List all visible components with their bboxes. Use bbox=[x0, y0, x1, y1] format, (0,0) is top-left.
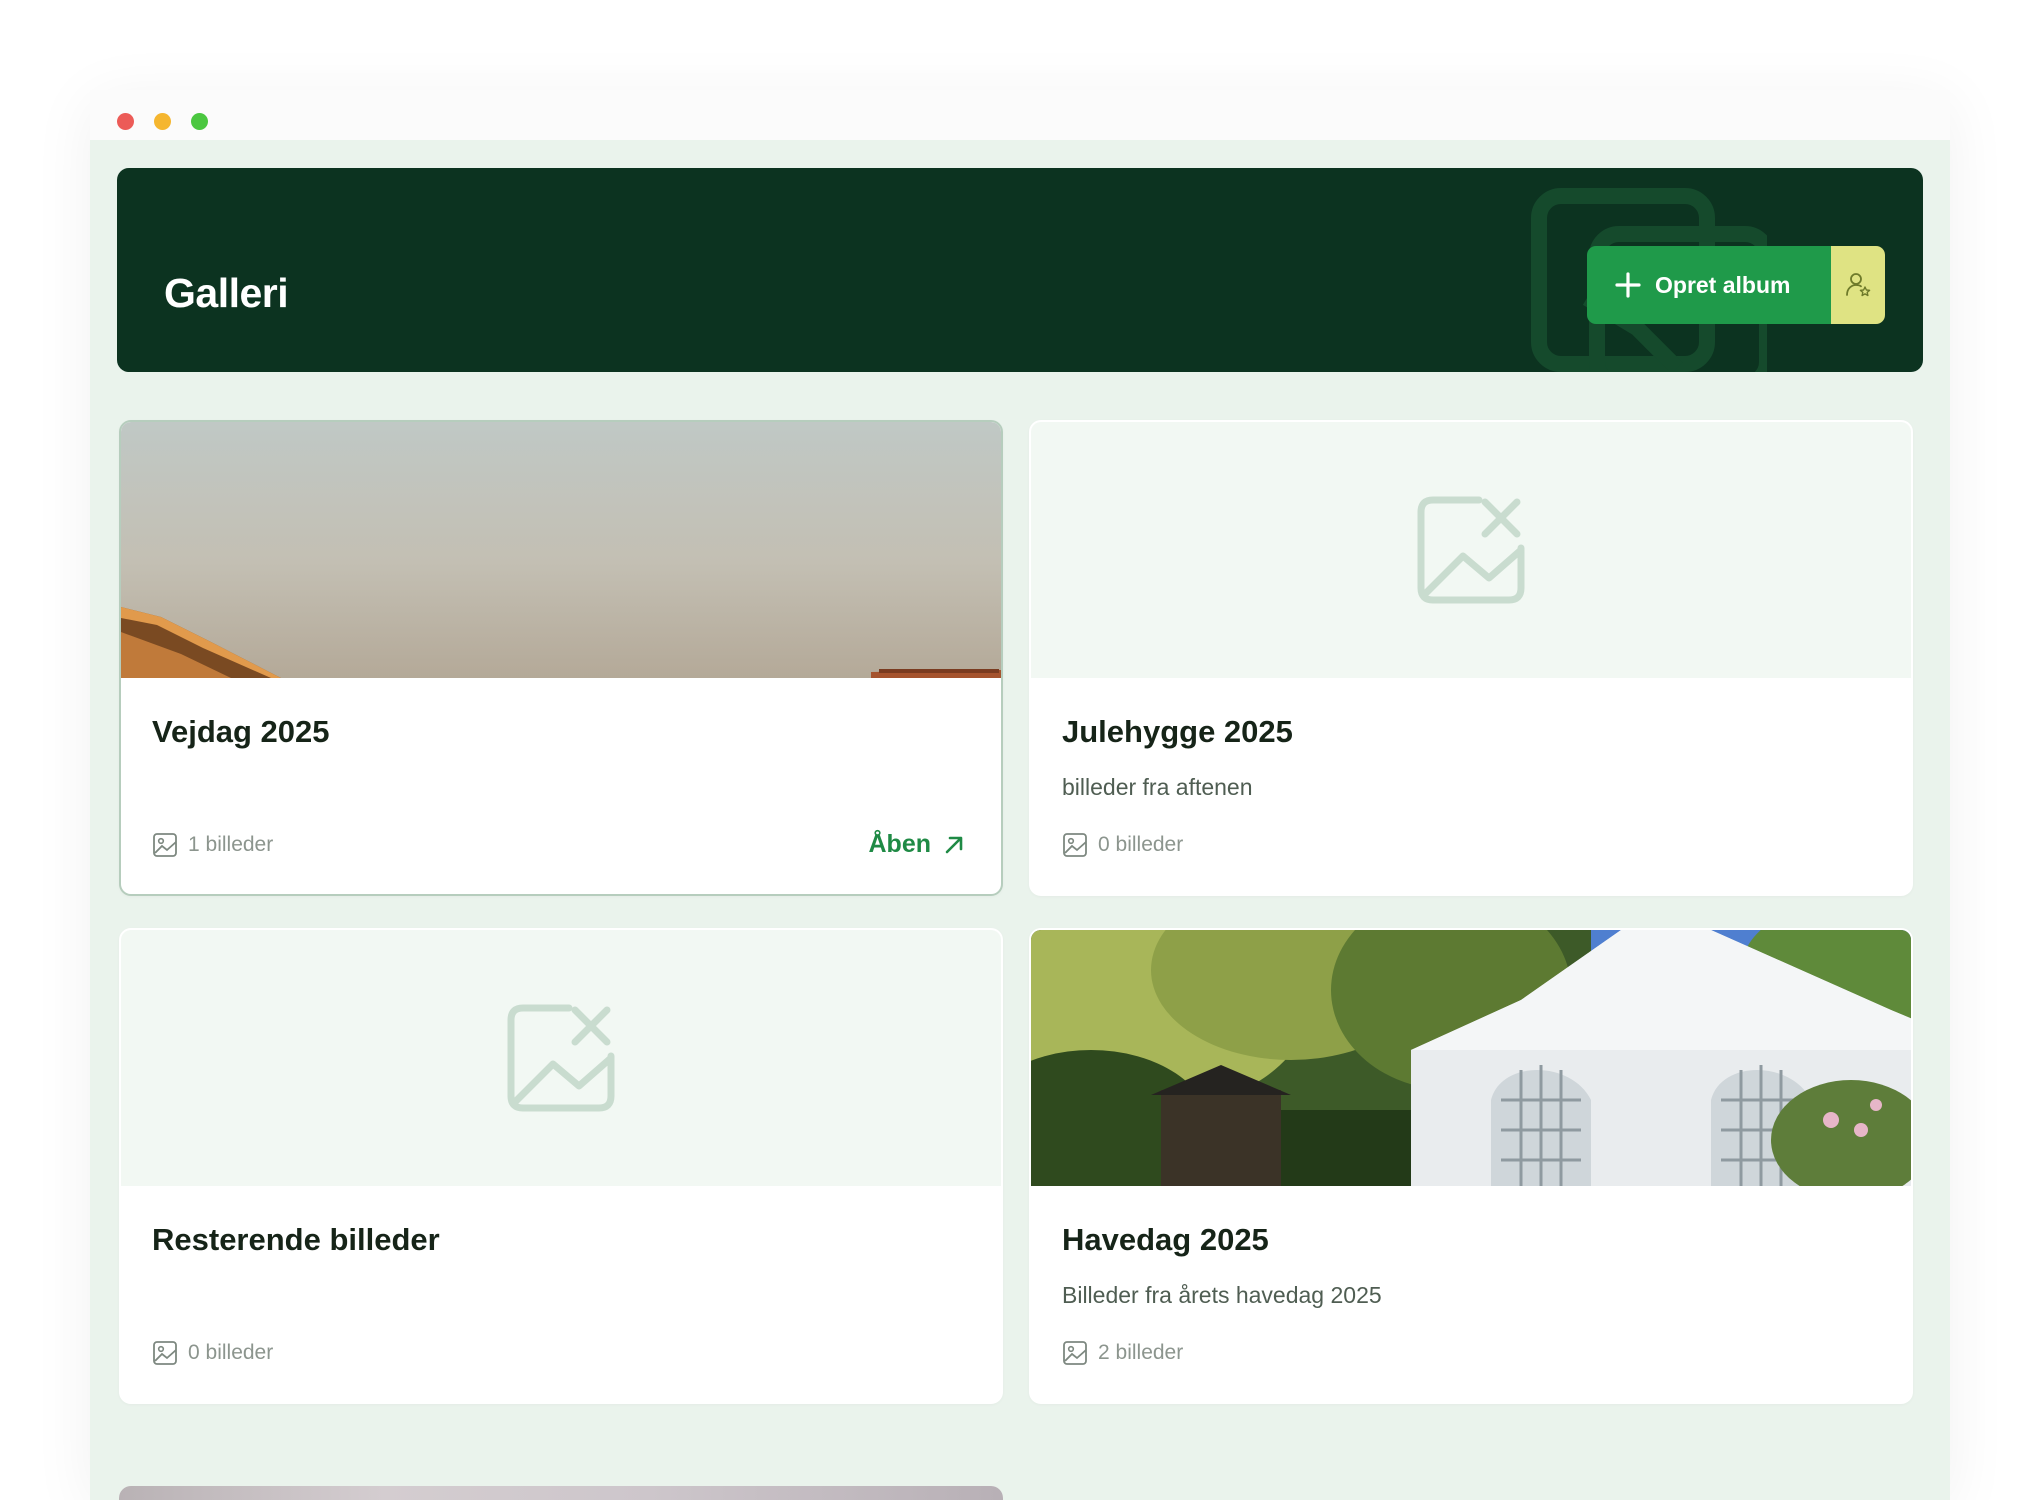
album-cover-image bbox=[119, 1486, 1003, 1500]
create-album-button[interactable]: Opret album bbox=[1587, 246, 1831, 324]
image-placeholder-icon bbox=[1417, 496, 1525, 604]
album-title: Vejdag 2025 bbox=[152, 714, 330, 749]
album-cover-placeholder bbox=[121, 930, 1001, 1186]
image-icon bbox=[1063, 833, 1087, 857]
image-icon bbox=[1063, 1341, 1087, 1365]
album-card[interactable]: Havedag 2025 Billeder fra årets havedag … bbox=[1029, 928, 1913, 1404]
image-icon bbox=[153, 1341, 177, 1365]
album-cover-photo bbox=[121, 422, 1001, 678]
album-card[interactable]: Resterende billeder 0 billeder bbox=[119, 928, 1003, 1404]
gallery-app: Galleri Opret album Vejdag 2025 1 billed… bbox=[90, 140, 1950, 1500]
close-window-icon[interactable] bbox=[117, 113, 134, 130]
create-album-label: Opret album bbox=[1655, 271, 1791, 298]
album-count-label: 0 billeder bbox=[188, 1341, 274, 1364]
album-image-count: 1 billeder bbox=[152, 832, 273, 858]
user-settings-button[interactable] bbox=[1831, 246, 1885, 324]
browser-window: Galleri Opret album Vejdag 2025 1 billed… bbox=[90, 90, 1950, 1500]
album-title: Havedag 2025 bbox=[1062, 1222, 1269, 1257]
album-description: Billeder fra årets havedag 2025 bbox=[1062, 1282, 1382, 1308]
album-image-count: 2 billeder bbox=[1062, 1340, 1183, 1366]
plus-icon bbox=[1615, 272, 1641, 298]
window-controls bbox=[117, 113, 208, 130]
album-image-count: 0 billeder bbox=[1062, 832, 1183, 858]
album-cover-image bbox=[121, 422, 1001, 678]
album-cover-photo bbox=[1031, 930, 1911, 1186]
album-title: Julehygge 2025 bbox=[1062, 714, 1293, 749]
album-title: Resterende billeder bbox=[152, 1222, 440, 1257]
album-count-label: 2 billeder bbox=[1098, 1341, 1184, 1364]
album-count-label: 0 billeder bbox=[1098, 833, 1184, 856]
open-album-label: Åben bbox=[868, 830, 932, 858]
album-card-partial[interactable] bbox=[119, 1486, 1003, 1500]
image-placeholder-icon bbox=[507, 1004, 615, 1112]
album-description: billeder fra aftenen bbox=[1062, 774, 1253, 800]
maximize-window-icon[interactable] bbox=[191, 113, 208, 130]
gallery-header: Galleri Opret album bbox=[117, 168, 1923, 372]
album-image-count: 0 billeder bbox=[152, 1340, 273, 1366]
album-cover-image bbox=[1031, 930, 1911, 1186]
image-icon bbox=[153, 833, 177, 857]
user-star-icon bbox=[1846, 273, 1871, 297]
album-card[interactable]: Julehygge 2025 billeder fra aftenen 0 bi… bbox=[1029, 420, 1913, 896]
page-title: Galleri bbox=[164, 270, 289, 316]
album-count-label: 1 billeder bbox=[188, 833, 274, 856]
arrow-up-right-icon bbox=[945, 836, 963, 853]
album-cover-placeholder bbox=[1031, 422, 1911, 678]
minimize-window-icon[interactable] bbox=[154, 113, 171, 130]
open-album-link[interactable]: Åben bbox=[869, 830, 966, 859]
album-card[interactable]: Vejdag 2025 1 billeder Åben bbox=[119, 420, 1003, 896]
